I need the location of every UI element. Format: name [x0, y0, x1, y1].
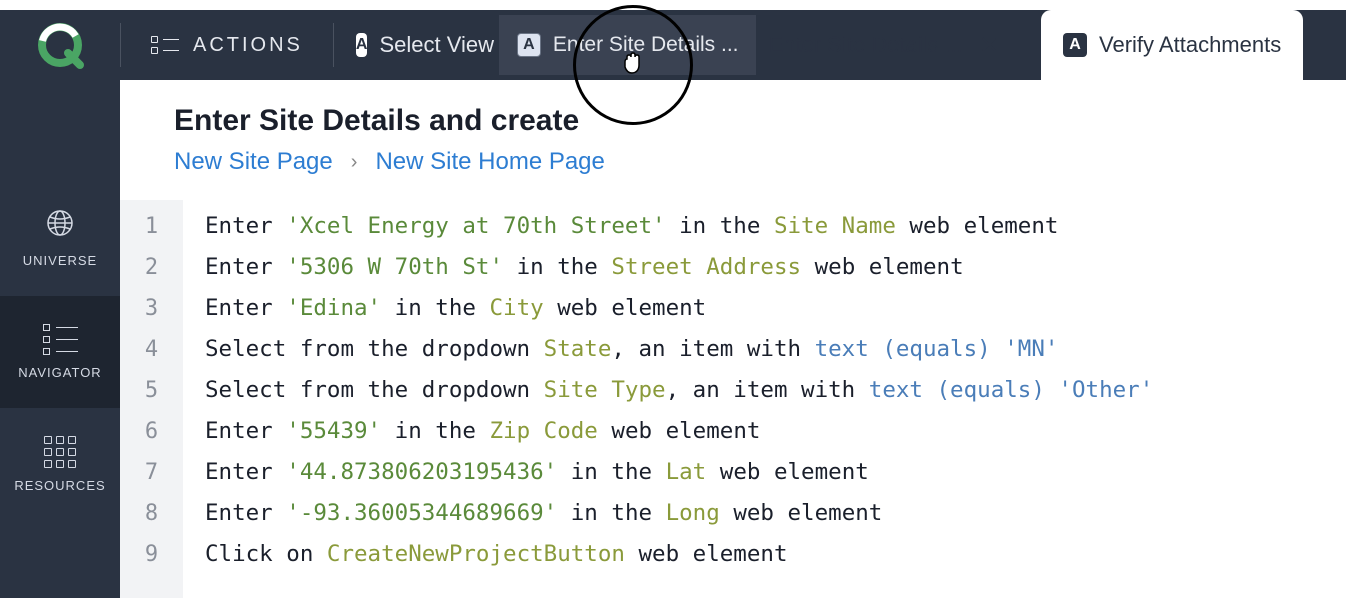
tab-label: Verify Attachments: [1099, 32, 1281, 58]
main-content: Enter Site Details and create New Site P…: [120, 80, 1346, 598]
tab-label: Select View: [379, 32, 494, 58]
tab-badge-icon: A: [356, 33, 368, 57]
tab-badge-icon: A: [517, 33, 541, 57]
tab-label: Enter Site Details ...: [553, 33, 739, 57]
sidebar-item-label: NAVIGATOR: [18, 365, 101, 380]
line-number: 9: [120, 534, 183, 575]
code-line[interactable]: Enter '55439' in the Zip Code web elemen…: [205, 411, 1346, 452]
code-line[interactable]: Enter '-93.36005344689669' in the Long w…: [205, 493, 1346, 534]
navigator-icon: [43, 324, 78, 355]
logo-area: [0, 10, 120, 80]
line-number: 3: [120, 288, 183, 329]
line-number: 1: [120, 206, 183, 247]
actions-icon: [151, 36, 179, 54]
sidebar-item-label: RESOURCES: [14, 478, 105, 493]
tab-enter-site-details-active[interactable]: Enter Site Details ... ✕: [746, 10, 1021, 80]
code-line[interactable]: Enter 'Edina' in the City web element: [205, 288, 1346, 329]
line-number-gutter: 123456789: [120, 200, 183, 598]
tab-enter-site-details-dragging[interactable]: A Enter Site Details ...: [499, 15, 757, 75]
sidebar-item-label: UNIVERSE: [23, 253, 97, 268]
code-content[interactable]: Enter 'Xcel Energy at 70th Street' in th…: [183, 200, 1346, 598]
title-block: Enter Site Details and create New Site P…: [120, 80, 1346, 200]
line-number: 8: [120, 493, 183, 534]
globe-icon: [45, 208, 75, 243]
code-line[interactable]: Enter '5306 W 70th St' in the Street Add…: [205, 247, 1346, 288]
breadcrumb-link[interactable]: New Site Home Page: [375, 148, 604, 176]
code-editor[interactable]: 123456789 Enter 'Xcel Energy at 70th Str…: [120, 200, 1346, 598]
sidebar: UNIVERSE NAVIGATOR RESOURCES: [0, 80, 120, 598]
code-line[interactable]: Select from the dropdown State, an item …: [205, 329, 1346, 370]
line-number: 7: [120, 452, 183, 493]
breadcrumb-link[interactable]: New Site Page: [174, 148, 333, 176]
actions-label: ACTIONS: [193, 34, 303, 57]
actions-button[interactable]: ACTIONS: [121, 10, 333, 80]
code-line[interactable]: Enter '44.873806203195436' in the Lat we…: [205, 452, 1346, 493]
app-logo-icon[interactable]: [34, 19, 86, 71]
page-title: Enter Site Details and create: [174, 104, 1346, 138]
tab-verify-attachments[interactable]: A Verify Attachments: [1041, 10, 1303, 80]
line-number: 5: [120, 370, 183, 411]
sidebar-item-universe[interactable]: UNIVERSE: [0, 180, 120, 296]
tab-badge-icon: A: [1063, 33, 1087, 57]
resources-icon: [44, 436, 76, 468]
line-number: 6: [120, 411, 183, 452]
tab-bar: A Select View A Enter Site Details ... E…: [334, 10, 1303, 80]
line-number: 4: [120, 329, 183, 370]
tab-select-view[interactable]: A Select View: [334, 10, 499, 80]
code-line[interactable]: Select from the dropdown Site Type, an i…: [205, 370, 1346, 411]
chevron-right-icon: ›: [351, 151, 358, 174]
sidebar-item-resources[interactable]: RESOURCES: [0, 408, 120, 521]
tab-label: Enter Site Details ...: [768, 32, 962, 58]
sidebar-item-navigator[interactable]: NAVIGATOR: [0, 296, 120, 408]
close-icon[interactable]: ✕: [979, 31, 999, 60]
code-line[interactable]: Click on CreateNewProjectButton web elem…: [205, 534, 1346, 575]
breadcrumb: New Site Page › New Site Home Page: [174, 148, 1346, 176]
app-header: ACTIONS A Select View A Enter Site Detai…: [0, 10, 1346, 80]
line-number: 2: [120, 247, 183, 288]
code-line[interactable]: Enter 'Xcel Energy at 70th Street' in th…: [205, 206, 1346, 247]
